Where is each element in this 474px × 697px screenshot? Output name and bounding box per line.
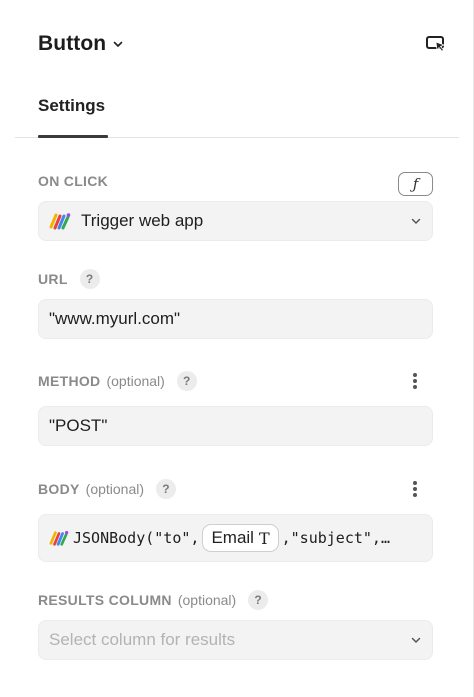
method-field[interactable]: "POST" — [38, 406, 433, 446]
url-value: "www.myurl.com" — [49, 309, 181, 328]
body-optional-text: (optional) — [85, 481, 145, 497]
results-optional-text: (optional) — [177, 592, 237, 608]
on-click-label: ON CLICK — [38, 173, 108, 189]
active-tab-indicator — [38, 135, 108, 138]
method-optional-text: (optional) — [106, 373, 165, 389]
on-click-action-select[interactable]: Trigger web app — [38, 201, 433, 241]
preview-cursor-icon[interactable] — [425, 33, 447, 55]
chevron-down-icon — [411, 637, 421, 643]
url-help-icon[interactable]: ? — [79, 269, 100, 289]
formula-toggle-button[interactable]: ƒ — [398, 172, 433, 196]
results-column-label: RESULTS COLUMN (optional) ? — [38, 590, 269, 610]
settings-panel: Button Settings ON CLICK ƒ Trigger web a… — [0, 0, 474, 697]
chevron-down-icon — [411, 218, 421, 224]
method-help-icon[interactable]: ? — [176, 371, 197, 391]
panel-header: Button — [38, 28, 447, 60]
tab-settings[interactable]: Settings — [38, 90, 105, 138]
on-click-action-value: Trigger web app — [81, 211, 204, 230]
body-label: BODY (optional) ? — [38, 479, 177, 499]
web-app-colorful-icon — [49, 213, 71, 230]
component-title-dropdown[interactable]: Button — [38, 32, 124, 56]
chip-label: Email — [211, 528, 254, 547]
body-formula-field[interactable]: JSONBody("to", Email T ,"subject",… — [38, 514, 433, 562]
body-formula: JSONBody("to", Email T ,"subject",… — [49, 524, 390, 552]
results-help-icon[interactable]: ? — [248, 590, 269, 610]
tab-bar: Settings — [15, 90, 459, 138]
chevron-down-icon — [113, 41, 123, 47]
url-label: URL ? — [38, 269, 100, 289]
results-column-select[interactable]: Select column for results — [38, 620, 433, 660]
method-value: "POST" — [49, 416, 108, 435]
method-label: METHOD (optional) ? — [38, 371, 197, 391]
results-column-placeholder: Select column for results — [49, 630, 236, 649]
column-reference-chip[interactable]: Email T — [202, 524, 279, 552]
text-type-icon: T — [258, 528, 270, 548]
body-code-prefix: JSONBody("to", — [73, 529, 200, 547]
method-label-text: METHOD — [38, 373, 101, 389]
body-code-suffix: ,"subject",… — [281, 529, 390, 547]
url-label-text: URL — [38, 271, 68, 287]
body-label-text: BODY — [38, 481, 80, 497]
body-help-icon[interactable]: ? — [156, 479, 177, 499]
url-field[interactable]: "www.myurl.com" — [38, 299, 433, 339]
on-click-label-text: ON CLICK — [38, 173, 109, 189]
method-more-options-icon[interactable] — [408, 371, 422, 391]
panel-title: Button — [38, 32, 107, 55]
body-more-options-icon[interactable] — [408, 479, 422, 499]
formula-colorful-icon — [49, 530, 69, 546]
results-column-label-text: RESULTS COLUMN — [38, 592, 172, 608]
